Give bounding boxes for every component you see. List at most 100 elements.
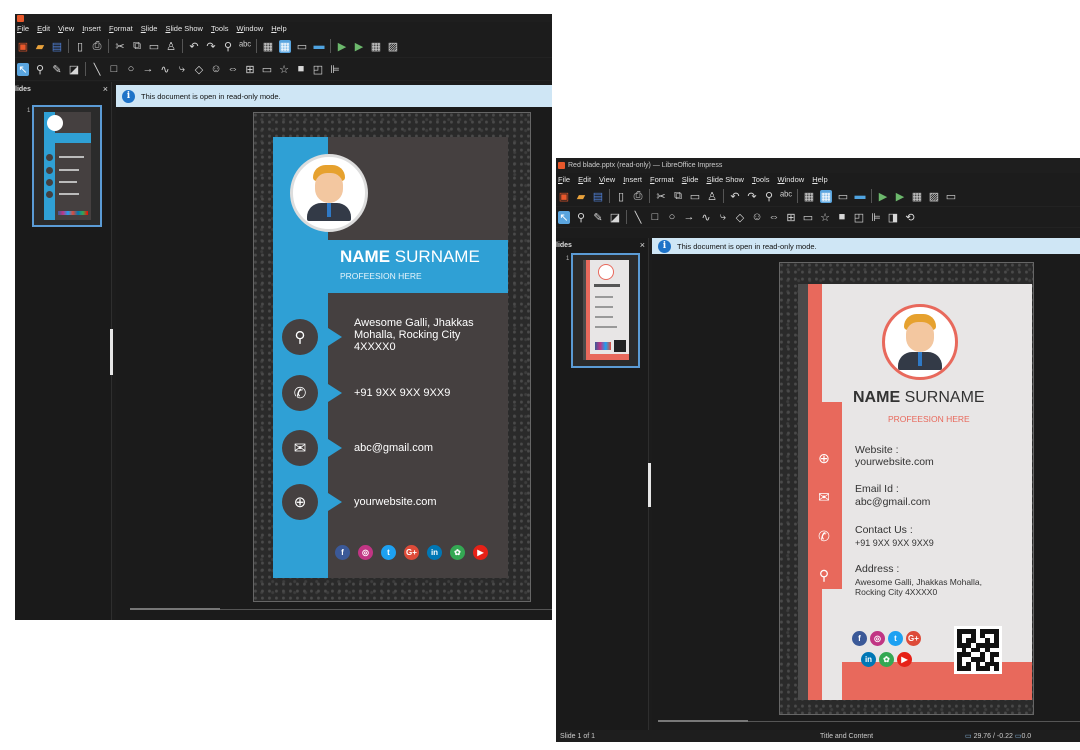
rotate-icon[interactable]: ⟲ [904,211,916,224]
menu-view[interactable]: View [58,24,74,33]
fill-color-icon[interactable]: ◪ [609,211,621,224]
display-views-icon[interactable]: ▭ [837,190,849,203]
print-icon[interactable]: ⎙ [632,190,644,203]
double-arrow-icon[interactable]: ⇔ [227,63,239,75]
menu-view[interactable]: View [599,175,615,184]
menu-edit[interactable]: Edit [37,24,50,33]
master-slide-icon[interactable]: ▬ [854,190,866,202]
arrow-icon[interactable]: → [683,211,695,223]
export-pdf-icon[interactable]: ▯ [615,190,627,203]
clone-format-icon[interactable]: ♙ [706,190,718,203]
start-show-icon[interactable]: ▶ [336,40,348,53]
cut-icon[interactable]: ✂ [655,190,667,203]
connector-icon[interactable]: ⤷ [176,63,188,76]
line-color-icon[interactable]: ✎ [592,211,604,224]
callout-icon[interactable]: ▭ [802,211,814,224]
arrow-icon[interactable]: → [142,63,154,75]
ellipse-icon[interactable]: ○ [666,211,678,223]
open-icon[interactable]: ▰ [575,190,587,203]
image-icon[interactable]: ▨ [387,40,399,53]
line-icon[interactable]: ╲ [91,63,103,76]
transform-icon[interactable]: ◰ [853,211,865,224]
display-grid-icon[interactable]: ▦ [820,189,832,203]
menu-format[interactable]: Format [650,175,674,184]
spellcheck-icon[interactable]: ᵃᵇᶜ [239,40,251,52]
slide[interactable]: NAME SURNAME PROFEESION HERE ⚲ Awesome G… [253,112,531,602]
transform-icon[interactable]: ◰ [312,63,324,76]
menu-slide[interactable]: Slide [141,24,158,33]
menu-edit[interactable]: Edit [578,175,591,184]
start-show-icon[interactable]: ▶ [877,190,889,203]
3d-object-icon[interactable]: ■ [295,63,307,75]
slide[interactable]: NAME SURNAME PROFEESION HERE ⊕ Website :… [779,262,1034,715]
copy-icon[interactable]: ⧉ [131,40,143,53]
menu-tools[interactable]: Tools [752,175,770,184]
table-icon[interactable]: ▦ [370,40,382,53]
menu-slide-show[interactable]: Slide Show [165,24,203,33]
open-icon[interactable]: ▰ [34,40,46,53]
new-icon[interactable]: ▣ [558,190,570,203]
ellipse-icon[interactable]: ○ [125,63,137,75]
line-color-icon[interactable]: ✎ [51,63,63,76]
line-icon[interactable]: ╲ [632,211,644,224]
rectangle-icon[interactable]: □ [649,211,661,223]
panel-splitter[interactable] [110,329,113,375]
menu-help[interactable]: Help [271,24,286,33]
save-icon[interactable]: ▤ [51,40,63,53]
smiley-icon[interactable]: ☺ [210,63,222,75]
find-icon[interactable]: ⚲ [222,40,234,53]
menu-window[interactable]: Window [778,175,805,184]
horizontal-scrollbar[interactable] [658,720,748,722]
image-icon[interactable]: ▨ [928,190,940,203]
export-pdf-icon[interactable]: ▯ [74,40,86,53]
zoom-icon[interactable]: ⚲ [34,63,46,76]
start-current-icon[interactable]: ▶ [353,40,365,53]
media-icon[interactable]: ▭ [945,190,957,203]
display-views-icon[interactable]: ▭ [296,40,308,53]
redo-icon[interactable]: ↷ [746,190,758,203]
menu-slide[interactable]: Slide [682,175,699,184]
spellcheck-icon[interactable]: ᵃᵇᶜ [780,190,792,202]
menu-tools[interactable]: Tools [211,24,229,33]
cut-icon[interactable]: ✂ [114,40,126,53]
menu-help[interactable]: Help [812,175,827,184]
table-icon[interactable]: ▦ [911,190,923,203]
align-icon[interactable]: ⊫ [329,63,341,76]
menu-format[interactable]: Format [109,24,133,33]
undo-icon[interactable]: ↶ [729,190,741,203]
grid-icon[interactable]: ▦ [803,190,815,203]
select-icon[interactable]: ↖ [17,62,29,76]
print-icon[interactable]: ⎙ [91,40,103,53]
select-icon[interactable]: ↖ [558,210,570,224]
find-icon[interactable]: ⚲ [763,190,775,203]
paste-icon[interactable]: ▭ [148,40,160,53]
menu-insert[interactable]: Insert [623,175,642,184]
slide-canvas[interactable]: NAME SURNAME PROFEESION HERE ⚲ Awesome G… [116,108,552,620]
flowchart-icon[interactable]: ⊞ [785,211,797,224]
save-icon[interactable]: ▤ [592,190,604,203]
star-icon[interactable]: ☆ [278,63,290,76]
connector-icon[interactable]: ⤷ [717,211,729,224]
new-icon[interactable]: ▣ [17,40,29,53]
close-panel-icon[interactable]: × [103,84,108,94]
flowchart-icon[interactable]: ⊞ [244,63,256,76]
diamond-icon[interactable]: ◇ [193,63,205,76]
close-panel-icon[interactable]: × [640,240,645,250]
fill-color-icon[interactable]: ◪ [68,63,80,76]
redo-icon[interactable]: ↷ [205,40,217,53]
slide-canvas[interactable]: NAME SURNAME PROFEESION HERE ⊕ Website :… [652,255,1080,730]
grid-icon[interactable]: ▦ [262,40,274,53]
star-icon[interactable]: ☆ [819,211,831,224]
menu-file[interactable]: File [17,24,29,33]
menu-window[interactable]: Window [237,24,264,33]
align-icon[interactable]: ⊫ [870,211,882,224]
horizontal-scrollbar[interactable] [130,608,220,610]
copy-icon[interactable]: ⧉ [672,190,684,203]
menu-insert[interactable]: Insert [82,24,101,33]
master-slide-icon[interactable]: ▬ [313,40,325,52]
menu-file[interactable]: File [558,175,570,184]
curve-icon[interactable]: ∿ [700,211,712,224]
smiley-icon[interactable]: ☺ [751,211,763,223]
zoom-icon[interactable]: ⚲ [575,211,587,224]
undo-icon[interactable]: ↶ [188,40,200,53]
